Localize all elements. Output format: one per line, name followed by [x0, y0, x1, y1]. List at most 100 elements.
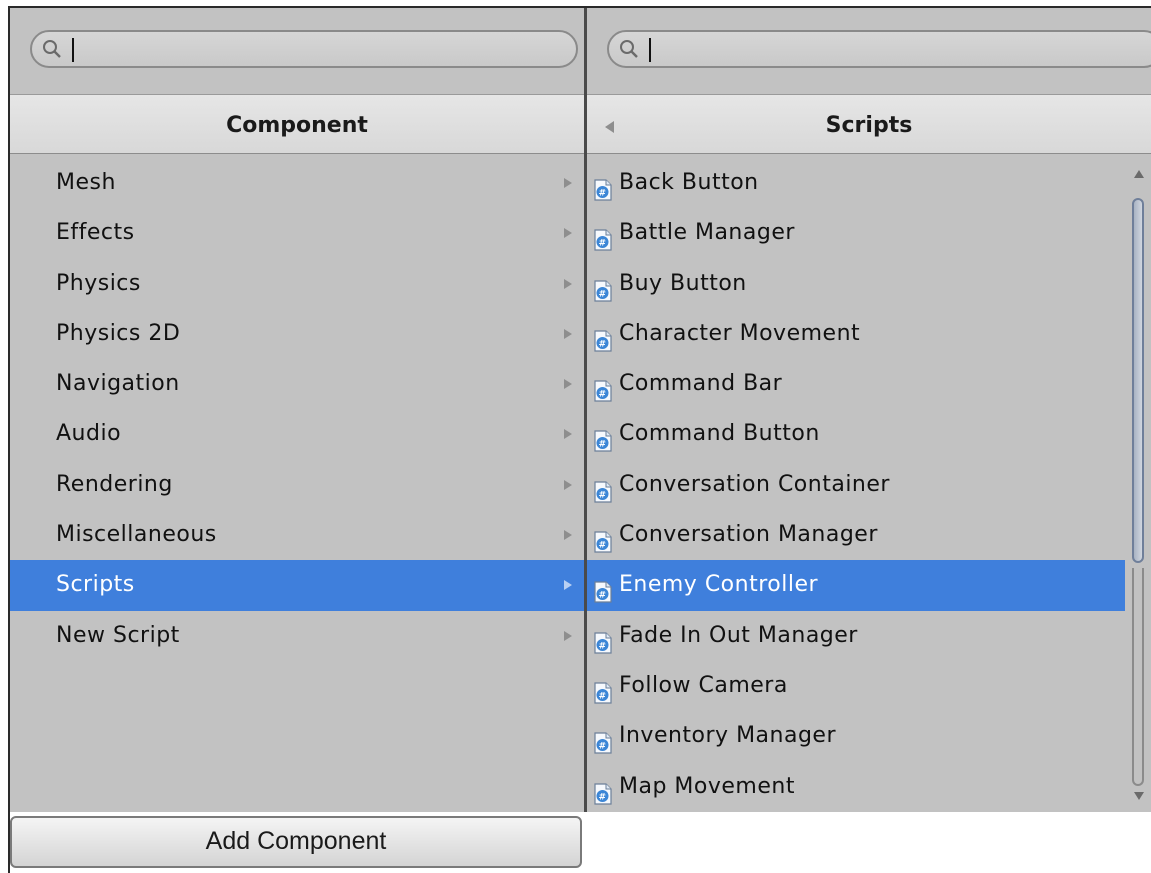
scroll-down-arrow-icon[interactable]: [1134, 792, 1144, 800]
script-item[interactable]: # Follow Camera: [587, 661, 1151, 711]
svg-text:#: #: [598, 289, 606, 299]
scrollbar-thumb[interactable]: [1132, 198, 1144, 563]
header-title: Component: [226, 113, 368, 138]
script-item-label: Follow Camera: [619, 672, 788, 698]
category-item[interactable]: New Script: [10, 611, 584, 661]
svg-text:#: #: [598, 742, 606, 752]
category-item-label: New Script: [56, 622, 180, 648]
svg-text:#: #: [598, 239, 606, 249]
csharp-script-icon: #: [593, 170, 613, 201]
script-item[interactable]: # Command Bar: [587, 359, 1151, 409]
submenu-arrow-icon: [564, 530, 572, 541]
submenu-arrow-icon: [564, 379, 572, 390]
category-item[interactable]: Rendering: [10, 460, 584, 510]
scroll-up-arrow-icon[interactable]: [1134, 170, 1144, 178]
header-title: Scripts: [825, 113, 913, 138]
scripts-header: Scripts: [587, 94, 1151, 154]
csharp-script-icon: #: [593, 271, 613, 302]
script-item-label: Command Bar: [619, 371, 783, 397]
category-item-label: Effects: [56, 220, 135, 246]
csharp-script-icon: #: [593, 421, 613, 453]
category-list: Mesh Effects Physics Physics 2D Navigation Au…: [10, 158, 584, 661]
text-cursor: [72, 38, 74, 62]
script-item[interactable]: # Character Movement: [587, 309, 1151, 359]
svg-text:#: #: [598, 692, 606, 702]
script-item[interactable]: # Conversation Manager: [587, 510, 1151, 560]
svg-text:#: #: [598, 440, 606, 450]
script-item[interactable]: # Enemy Controller: [587, 560, 1151, 611]
script-item[interactable]: # Conversation Container: [587, 460, 1151, 510]
category-item-label: Audio: [56, 421, 122, 447]
script-item-label: Fade In Out Manager: [619, 622, 858, 648]
category-item[interactable]: Physics 2D: [10, 309, 584, 359]
add-component-button[interactable]: Add Component: [10, 816, 582, 868]
component-search-input[interactable]: [30, 30, 578, 68]
csharp-script-icon: #: [593, 723, 613, 754]
script-item-label: Enemy Controller: [619, 572, 819, 598]
submenu-arrow-icon: [564, 479, 572, 490]
submenu-arrow-icon: [564, 278, 572, 289]
script-item[interactable]: # Battle Manager: [587, 208, 1151, 258]
csharp-script-icon: #: [593, 572, 613, 603]
category-item-label: Miscellaneous: [56, 522, 217, 548]
csharp-script-icon: #: [593, 371, 613, 402]
submenu-arrow-icon: [564, 429, 572, 440]
script-item-label: Conversation Manager: [619, 522, 878, 548]
category-item[interactable]: Audio: [10, 409, 584, 459]
search-icon: [620, 40, 638, 58]
svg-text:#: #: [598, 641, 606, 651]
category-item[interactable]: Miscellaneous: [10, 510, 584, 560]
script-item-label: Battle Manager: [619, 220, 795, 246]
vertical-scrollbar[interactable]: [1125, 158, 1151, 812]
script-item[interactable]: # Map Movement: [587, 762, 1151, 812]
svg-text:#: #: [598, 792, 606, 802]
script-item-label: Character Movement: [619, 320, 861, 346]
svg-text:#: #: [598, 490, 606, 500]
category-item[interactable]: Mesh: [10, 158, 584, 208]
script-list: # Back Button # Battle Manager # Buy Button # C…: [587, 158, 1151, 812]
text-cursor: [649, 38, 651, 62]
script-item-label: Command Button: [619, 421, 820, 447]
search-area: [587, 8, 1151, 94]
submenu-arrow-icon: [564, 228, 572, 239]
category-item[interactable]: Navigation: [10, 359, 584, 409]
script-item[interactable]: # Command Button: [587, 409, 1151, 459]
svg-text:#: #: [598, 189, 606, 199]
csharp-script-icon: #: [593, 472, 613, 503]
submenu-arrow-icon: [564, 580, 572, 591]
svg-text:#: #: [598, 541, 606, 551]
category-item[interactable]: Effects: [10, 208, 584, 258]
category-item-label: Navigation: [56, 371, 180, 397]
component-category-panel: Component Mesh Effects Physics Physics 2D Na…: [10, 8, 584, 812]
script-item-label: Buy Button: [619, 270, 747, 296]
script-item-label: Map Movement: [619, 773, 795, 799]
csharp-script-icon: #: [593, 623, 613, 654]
category-item[interactable]: Scripts: [10, 560, 584, 611]
csharp-script-icon: #: [593, 220, 613, 251]
csharp-script-icon: #: [593, 774, 613, 805]
script-item-label: Conversation Container: [619, 471, 890, 497]
svg-text:#: #: [598, 591, 606, 601]
script-item-label: Inventory Manager: [619, 723, 837, 749]
category-item-label: Scripts: [56, 572, 135, 598]
scripts-search-input[interactable]: [607, 30, 1151, 68]
submenu-arrow-icon: [564, 630, 572, 641]
scrollbar-track-lower[interactable]: [1132, 568, 1144, 786]
script-item[interactable]: # Back Button: [587, 158, 1151, 208]
category-item-label: Physics: [56, 270, 141, 296]
search-icon: [43, 40, 61, 58]
submenu-arrow-icon: [564, 328, 572, 339]
script-item[interactable]: # Inventory Manager: [587, 711, 1151, 761]
csharp-script-icon: #: [593, 673, 613, 704]
category-item[interactable]: Physics: [10, 259, 584, 309]
svg-text:#: #: [598, 390, 606, 400]
svg-text:#: #: [598, 339, 606, 349]
search-area: [10, 8, 584, 94]
script-item[interactable]: # Fade In Out Manager: [587, 611, 1151, 661]
scripts-panel: Scripts # Back Button # Battle Manager # Buy …: [587, 8, 1151, 812]
csharp-script-icon: #: [593, 522, 613, 553]
category-item-label: Mesh: [56, 170, 116, 195]
script-item[interactable]: # Buy Button: [587, 259, 1151, 309]
submenu-arrow-icon: [564, 178, 572, 188]
category-header: Component: [10, 94, 584, 154]
